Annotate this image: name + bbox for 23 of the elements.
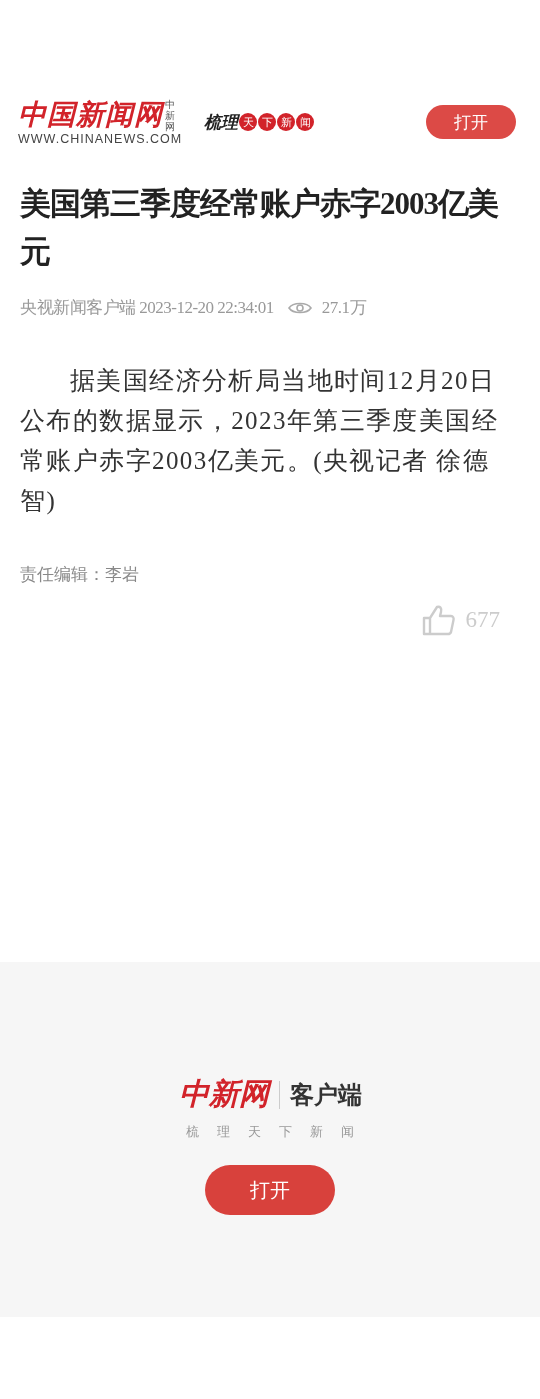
view-count: 27.1万 bbox=[321, 297, 367, 319]
tagline-char: 天 bbox=[248, 1123, 261, 1141]
tagline-char: 下 bbox=[279, 1123, 292, 1141]
slogan-text: 梳理 bbox=[204, 111, 239, 134]
slogan-seal: 新 bbox=[277, 113, 296, 131]
open-app-button[interactable]: 打开 bbox=[205, 1165, 335, 1215]
article-body: 据美国经济分析局当地时间12月20日公布的数据显示，2023年第三季度美国经常账户赤字2003亿美元。(央视记者 徐德智) bbox=[20, 366, 499, 517]
tagline-char: 理 bbox=[217, 1123, 230, 1141]
logo-url: WWW.CHINANEWS.COM bbox=[18, 132, 183, 146]
tagline-char: 新 bbox=[310, 1123, 323, 1141]
slogan-seal: 天 bbox=[239, 113, 258, 131]
tagline-char: 梳 bbox=[186, 1123, 199, 1141]
article-source-time: 央视新闻客户端 2023-12-20 22:34:01 bbox=[20, 297, 274, 319]
logo-name: 中国新闻网 bbox=[18, 98, 163, 132]
thumbs-up-icon[interactable] bbox=[421, 604, 456, 636]
editor-text: 责任编辑：李岩 bbox=[20, 563, 140, 586]
logo-side-text: 中新网 bbox=[165, 98, 176, 132]
article-title: 美国第三季度经常账户赤字2003亿美元 bbox=[20, 185, 500, 271]
slogan-seal: 闻 bbox=[296, 113, 315, 131]
open-button[interactable]: 打开 bbox=[426, 105, 516, 139]
app-label: 客户端 bbox=[289, 1079, 362, 1111]
tagline-char: 闻 bbox=[341, 1123, 354, 1141]
slogan-seal: 下 bbox=[258, 113, 277, 131]
